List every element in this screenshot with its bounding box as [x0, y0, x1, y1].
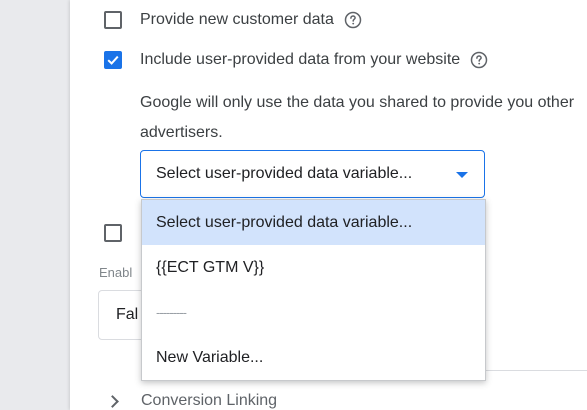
- provide-new-customer-label: Provide new customer data: [140, 11, 334, 28]
- include-user-provided-checkbox[interactable]: [104, 51, 122, 69]
- dropdown-option-new-variable[interactable]: New Variable...: [142, 335, 485, 380]
- variable-dropdown-menu: Select user-provided data variable... {{…: [141, 199, 486, 381]
- dropdown-option[interactable]: Select user-provided data variable...: [142, 200, 485, 245]
- user-provided-data-variable-select[interactable]: Select user-provided data variable...: [140, 150, 485, 198]
- help-circle-icon[interactable]: [470, 51, 488, 69]
- caret-down-icon: [456, 172, 468, 178]
- provide-new-customer-row: Provide new customer data: [104, 11, 362, 29]
- dropdown-separator: ---------: [156, 305, 187, 320]
- section-divider: [485, 370, 587, 371]
- enable-field-label: Enabl: [99, 265, 133, 280]
- enable-value-text: Fal: [116, 306, 139, 323]
- dropdown-option[interactable]: {{ECT GTM V}}: [142, 245, 485, 290]
- include-user-provided-row: Include user-provided data from your web…: [104, 51, 488, 69]
- chevron-right-icon: [106, 394, 119, 408]
- help-circle-icon[interactable]: [344, 11, 362, 29]
- obscured-checkbox[interactable]: [104, 224, 122, 242]
- select-value: Select user-provided data variable...: [156, 165, 413, 182]
- conversion-linking-section[interactable]: Conversion Linking: [106, 392, 278, 410]
- data-usage-description: Google will only use the data you shared…: [140, 94, 575, 141]
- provide-new-customer-checkbox[interactable]: [104, 11, 122, 29]
- left-background: [0, 0, 70, 410]
- check-icon: [107, 55, 119, 65]
- include-user-provided-label: Include user-provided data from your web…: [140, 51, 461, 68]
- conversion-linking-label: Conversion Linking: [141, 392, 278, 409]
